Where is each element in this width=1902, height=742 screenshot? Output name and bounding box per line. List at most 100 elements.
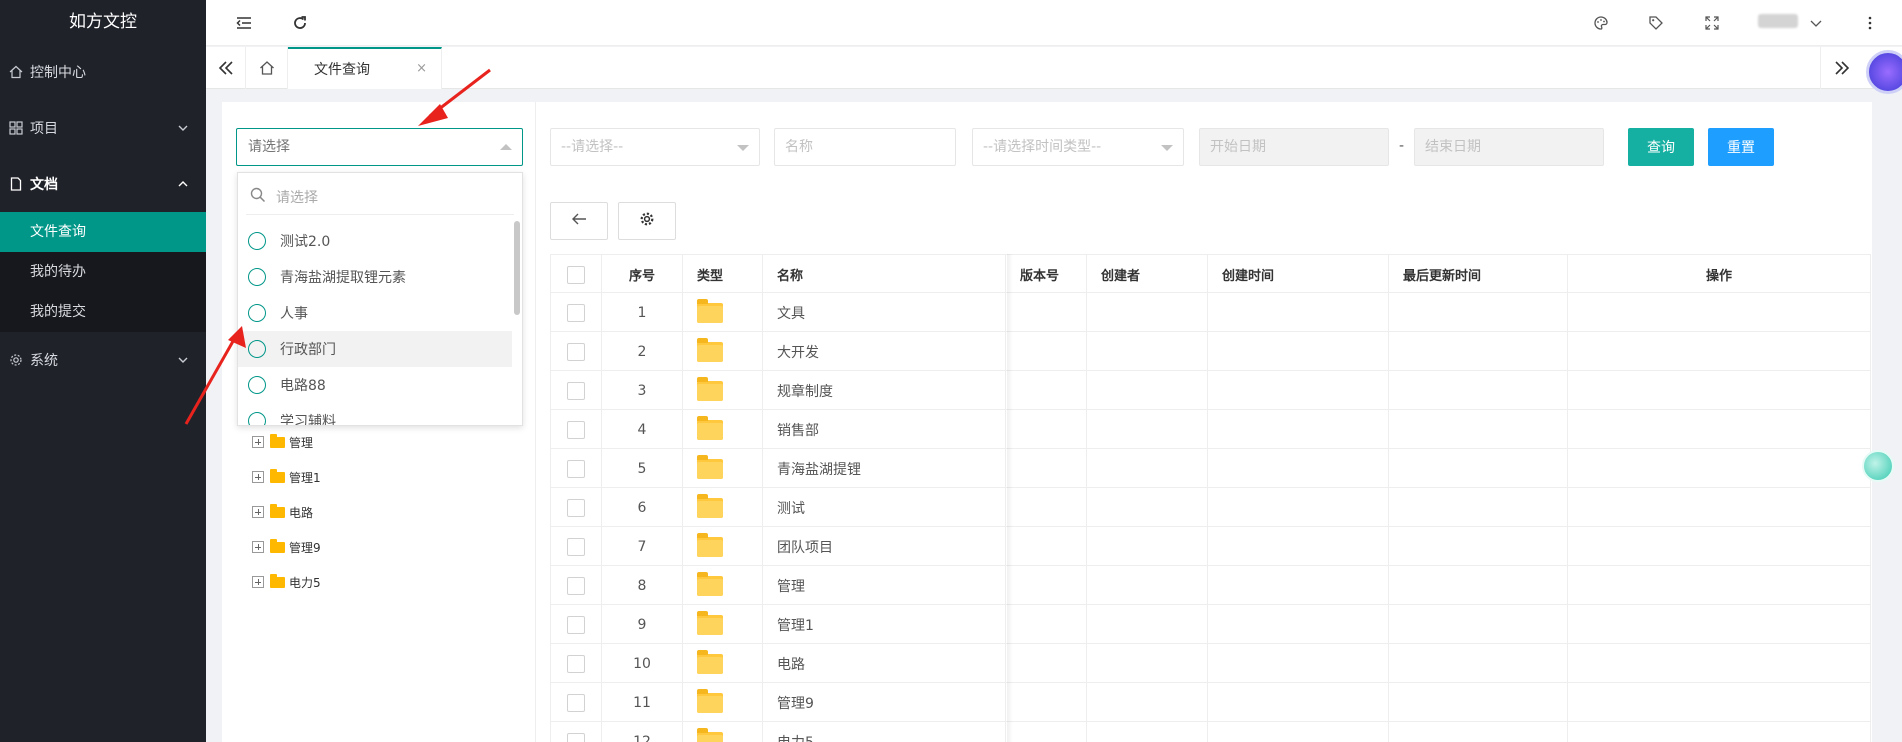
close-icon[interactable]: × bbox=[416, 61, 427, 76]
row-name[interactable]: 青海盐湖提锂 bbox=[762, 449, 1005, 488]
row-name[interactable]: 团队项目 bbox=[762, 527, 1005, 566]
floating-assistant-icon[interactable] bbox=[1862, 450, 1894, 482]
table-row[interactable]: 5 青海盐湖提锂 bbox=[550, 449, 1871, 488]
table-row[interactable]: 1 文具 bbox=[550, 293, 1871, 332]
sidebar-item-my-submissions[interactable]: 我的提交 bbox=[0, 292, 206, 332]
row-name[interactable]: 规章制度 bbox=[762, 371, 1005, 410]
row-empty-cell bbox=[1388, 566, 1567, 605]
table-row[interactable]: 2 大开发 bbox=[550, 332, 1871, 371]
tree-node[interactable]: 管理1 bbox=[252, 467, 321, 487]
refresh-icon[interactable] bbox=[290, 13, 310, 33]
row-name[interactable]: 电路 bbox=[762, 644, 1005, 683]
row-name[interactable]: 大开发 bbox=[762, 332, 1005, 371]
category-select[interactable]: --请选择-- bbox=[550, 128, 760, 166]
sidebar-item-file-query[interactable]: 文件查询 bbox=[0, 212, 206, 252]
dropdown-option[interactable]: 电路88 bbox=[238, 367, 512, 403]
back-button[interactable] bbox=[550, 202, 608, 240]
row-name[interactable]: 销售部 bbox=[762, 410, 1005, 449]
expand-icon[interactable] bbox=[252, 506, 264, 518]
table-row[interactable]: 7 团队项目 bbox=[550, 527, 1871, 566]
folder-icon bbox=[697, 610, 723, 635]
row-checkbox[interactable] bbox=[567, 537, 585, 556]
collapse-menu-icon[interactable] bbox=[234, 13, 254, 33]
row-name[interactable]: 管理 bbox=[762, 566, 1005, 605]
table-row[interactable]: 11 管理9 bbox=[550, 683, 1871, 722]
document-icon bbox=[8, 176, 24, 192]
row-name[interactable]: 管理9 bbox=[762, 683, 1005, 722]
tree-node[interactable]: 电路 bbox=[252, 502, 313, 522]
table-row[interactable]: 8 管理 bbox=[550, 566, 1871, 605]
row-checkbox[interactable] bbox=[567, 342, 585, 361]
home-tab-icon[interactable] bbox=[246, 47, 288, 89]
tabs-scroll-right-icon[interactable] bbox=[1820, 47, 1862, 89]
more-vertical-icon[interactable] bbox=[1860, 13, 1880, 33]
row-checkbox[interactable] bbox=[567, 381, 585, 400]
sidebar-item-system[interactable]: 系统 bbox=[0, 332, 206, 388]
dropdown-search[interactable]: 请选择 bbox=[246, 179, 514, 215]
chevron-up-icon bbox=[176, 177, 190, 191]
sidebar-item-project[interactable]: 项目 bbox=[0, 100, 206, 156]
select-all-checkbox[interactable] bbox=[567, 265, 585, 284]
dropdown-option[interactable]: 青海盐湖提取锂元素 bbox=[238, 259, 512, 295]
expand-icon[interactable] bbox=[252, 471, 264, 483]
row-checkbox[interactable] bbox=[567, 303, 585, 322]
settings-button[interactable] bbox=[618, 202, 676, 240]
row-checkbox[interactable] bbox=[567, 459, 585, 478]
table-row[interactable]: 10 电路 bbox=[550, 644, 1871, 683]
query-button[interactable]: 查询 bbox=[1628, 128, 1694, 166]
tree-node[interactable]: 电力5 bbox=[252, 572, 321, 592]
dropdown-scrollbar[interactable] bbox=[514, 221, 520, 315]
fullscreen-icon[interactable] bbox=[1702, 13, 1722, 33]
table-row[interactable]: 3 规章制度 bbox=[550, 371, 1871, 410]
tab-file-query[interactable]: 文件查询 × bbox=[288, 47, 442, 89]
tree-node-label: 管理 bbox=[289, 435, 314, 450]
table-row[interactable]: 4 销售部 bbox=[550, 410, 1871, 449]
radio-icon[interactable] bbox=[248, 376, 266, 394]
radio-icon[interactable] bbox=[248, 340, 266, 358]
column-header: 序号 bbox=[601, 255, 682, 294]
start-date-input[interactable]: 开始日期 bbox=[1199, 128, 1389, 166]
assistant-avatar-icon[interactable] bbox=[1866, 50, 1902, 94]
row-name[interactable]: 电力5 bbox=[762, 722, 1005, 742]
tabs-scroll-left-icon[interactable] bbox=[206, 47, 246, 89]
dropdown-option[interactable]: 人事 bbox=[238, 295, 512, 331]
name-input[interactable]: 名称 bbox=[774, 128, 956, 166]
theme-palette-icon[interactable] bbox=[1591, 13, 1611, 33]
row-checkbox[interactable] bbox=[567, 576, 585, 595]
row-checkbox[interactable] bbox=[567, 693, 585, 712]
radio-icon[interactable] bbox=[248, 268, 266, 286]
project-tree-select[interactable]: 请选择 bbox=[236, 128, 523, 166]
user-name-blurred[interactable] bbox=[1758, 14, 1798, 28]
chevron-down-icon[interactable] bbox=[1806, 13, 1826, 33]
radio-icon[interactable] bbox=[248, 412, 266, 425]
row-name[interactable]: 文具 bbox=[762, 293, 1005, 332]
radio-icon[interactable] bbox=[248, 304, 266, 322]
dropdown-option[interactable]: 学习辅料 bbox=[238, 403, 512, 425]
row-name[interactable]: 管理1 bbox=[762, 605, 1005, 644]
tree-node[interactable]: 管理 bbox=[252, 432, 313, 452]
sidebar-item-my-todo[interactable]: 我的待办 bbox=[0, 252, 206, 292]
row-checkbox[interactable] bbox=[567, 654, 585, 673]
table-row[interactable]: 6 测试 bbox=[550, 488, 1871, 527]
row-index: 7 bbox=[601, 527, 682, 566]
row-checkbox[interactable] bbox=[567, 732, 585, 742]
radio-icon[interactable] bbox=[248, 232, 266, 250]
table-row[interactable]: 9 管理1 bbox=[550, 605, 1871, 644]
reset-button[interactable]: 重置 bbox=[1708, 128, 1774, 166]
sidebar-item-document[interactable]: 文档 bbox=[0, 156, 206, 212]
expand-icon[interactable] bbox=[252, 436, 264, 448]
row-checkbox[interactable] bbox=[567, 420, 585, 439]
sidebar-item-control-center[interactable]: 控制中心 bbox=[0, 44, 206, 100]
row-checkbox[interactable] bbox=[567, 615, 585, 634]
expand-icon[interactable] bbox=[252, 541, 264, 553]
tree-node[interactable]: 管理9 bbox=[252, 537, 321, 557]
dropdown-option[interactable]: 行政部门 bbox=[238, 331, 512, 367]
expand-icon[interactable] bbox=[252, 576, 264, 588]
dropdown-option[interactable]: 测试2.0 bbox=[238, 223, 512, 259]
row-name[interactable]: 测试 bbox=[762, 488, 1005, 527]
table-row[interactable]: 12 电力5 bbox=[550, 722, 1871, 742]
time-type-select[interactable]: --请选择时间类型-- bbox=[972, 128, 1184, 166]
row-checkbox[interactable] bbox=[567, 498, 585, 517]
end-date-input[interactable]: 结束日期 bbox=[1414, 128, 1604, 166]
tag-icon[interactable] bbox=[1646, 13, 1666, 33]
